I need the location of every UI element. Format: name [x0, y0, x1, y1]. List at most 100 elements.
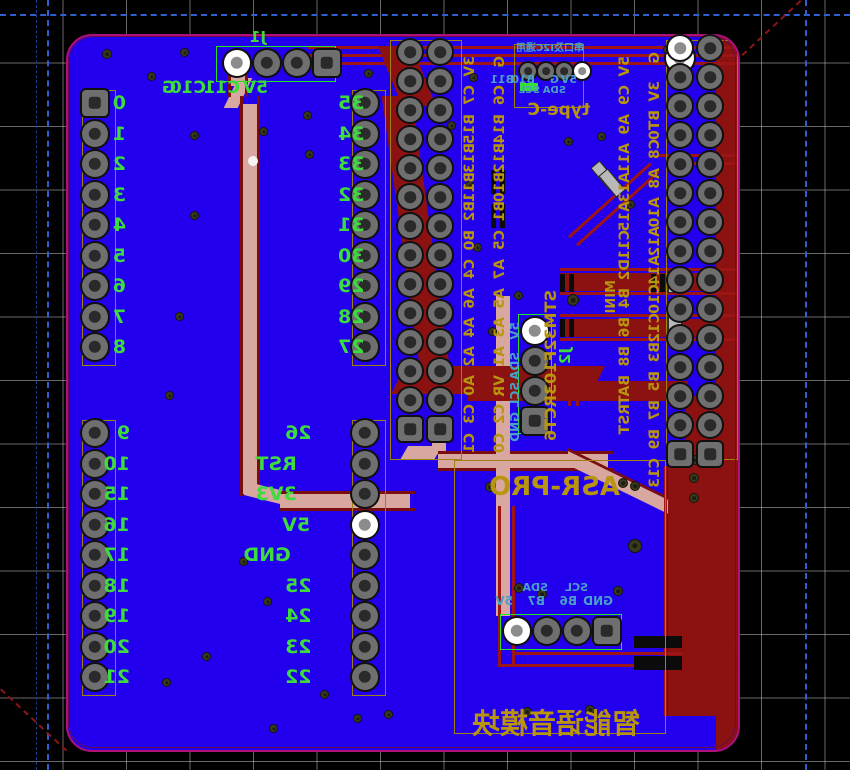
pad-mcu-left-inner-11[interactable]: [428, 359, 452, 383]
pad-mcu-left-outer-12[interactable]: [398, 388, 422, 412]
pad-mcu-right-outer-4[interactable]: [698, 152, 722, 176]
pad-mcu-right-inner-1[interactable]: [668, 65, 692, 89]
via-12[interactable]: [264, 598, 271, 605]
pad-mcu-left-outer-3[interactable]: [398, 127, 422, 151]
pad-mcu-left-outer-4[interactable]: [398, 156, 422, 180]
via-40[interactable]: [614, 587, 622, 595]
pad-mcu-right-outer-7[interactable]: [698, 239, 722, 263]
pad-mcu-right-inner-9[interactable]: [668, 297, 692, 321]
pad-mcu-right-outer-12[interactable]: [698, 384, 722, 408]
pad-mcu-left-inner-5[interactable]: [428, 185, 452, 209]
pad-j1-2[interactable]: [254, 50, 280, 76]
pad-mcu-right-outer-14[interactable]: [698, 442, 722, 466]
pad-mcu-right-outer-8[interactable]: [698, 268, 722, 292]
via-16[interactable]: [321, 691, 328, 698]
pad-mcu-left-inner-7[interactable]: [428, 243, 452, 267]
pad-mcu-left-outer-0[interactable]: [398, 40, 422, 64]
pad-mcu-left-outer-5[interactable]: [398, 185, 422, 209]
pad-mcu-right-outer-11[interactable]: [698, 355, 722, 379]
pad-left-top-7[interactable]: [82, 303, 108, 330]
pad-mcu-left-inner-0[interactable]: [428, 40, 452, 64]
pad-mid-bottom-24[interactable]: [352, 603, 378, 629]
via-18[interactable]: [354, 715, 361, 722]
pad-mcu-left-outer-2[interactable]: [398, 98, 422, 122]
pad-mcu-left-inner-10[interactable]: [428, 330, 452, 354]
pad-mcu-left-outer-10[interactable]: [398, 330, 422, 354]
pad-mid-bottom-25[interactable]: [352, 572, 378, 599]
pad-mcu-left-inner-12[interactable]: [428, 388, 452, 412]
via-5[interactable]: [191, 212, 198, 219]
pad-mcu-left-outer-1[interactable]: [398, 69, 422, 93]
pad-mid-bottom-23[interactable]: [352, 633, 378, 660]
pad-mcu-left-outer-7[interactable]: [398, 243, 422, 267]
via-43[interactable]: [619, 479, 627, 487]
pad-mcu-right-outer-13[interactable]: [698, 413, 722, 437]
pcb-canvas[interactable]: 5V C11 C10 G J1 0 1 2 3 4 5 6 7 8 9 10 15 16 17 18 19 20 21 35 3…: [0, 0, 850, 770]
pad-j1-3[interactable]: [284, 50, 310, 76]
pad-asr-1[interactable]: [504, 618, 530, 644]
pad-left-top-0[interactable]: [82, 90, 108, 116]
pad-left-bottom-9[interactable]: [82, 420, 108, 446]
pad-mid-bottom-5V[interactable]: [352, 511, 378, 538]
via-7[interactable]: [166, 392, 173, 399]
pad-mcu-right-outer-1[interactable]: [698, 65, 722, 89]
via-14[interactable]: [163, 679, 170, 686]
pad-left-top-6[interactable]: [82, 273, 108, 299]
pad-j1-4[interactable]: [314, 50, 340, 76]
pad-mcu-left-inner-1[interactable]: [428, 69, 452, 93]
pad-mid-bottom-22[interactable]: [352, 664, 378, 690]
via-9[interactable]: [304, 112, 311, 119]
pad-mid-bottom-26[interactable]: [352, 420, 378, 446]
pad-j1-1[interactable]: [224, 50, 250, 76]
pad-mcu-right-inner-10[interactable]: [668, 326, 692, 350]
pad-mid-bottom-GND[interactable]: [352, 542, 378, 568]
via-36[interactable]: [629, 540, 641, 552]
via-34[interactable]: [690, 494, 698, 502]
via-3[interactable]: [148, 73, 155, 80]
pad-asr-4[interactable]: [594, 618, 620, 644]
via-highlight[interactable]: [248, 156, 258, 166]
pad-asr-2[interactable]: [534, 618, 560, 644]
pad-mcu-left-inner-6[interactable]: [428, 214, 452, 238]
via-2[interactable]: [181, 49, 188, 56]
pad-mcu-right-outer-3[interactable]: [698, 123, 722, 147]
pad-mid-bottom-RST[interactable]: [352, 450, 378, 477]
via-26[interactable]: [565, 138, 572, 145]
pad-mcu-right-inner-7[interactable]: [668, 239, 692, 263]
via-29[interactable]: [568, 295, 578, 305]
pad-mcu-right-inner-2[interactable]: [668, 94, 692, 118]
pad-mcu-right-inner-11[interactable]: [668, 355, 692, 379]
pad-left-top-8[interactable]: [82, 334, 108, 360]
pad-mcu-right-outer-0[interactable]: [698, 36, 722, 60]
pad-left-top-2[interactable]: [82, 151, 108, 177]
pad-mcu-right-inner-4[interactable]: [668, 152, 692, 176]
pad-mcu-left-inner-9[interactable]: [428, 301, 452, 325]
via-13[interactable]: [203, 653, 210, 660]
pad-left-top-5[interactable]: [82, 242, 108, 269]
via-4[interactable]: [191, 132, 198, 139]
via-10[interactable]: [306, 151, 313, 158]
pad-mcu-left-outer-11[interactable]: [398, 359, 422, 383]
pad-mcu-right-outer-5[interactable]: [698, 181, 722, 205]
pad-mcu-left-outer-9[interactable]: [398, 301, 422, 325]
pad-mcu-left-inner-3[interactable]: [428, 127, 452, 151]
pad-mcu-right-inner-12[interactable]: [668, 384, 692, 408]
pad-mcu-left-outer-8[interactable]: [398, 272, 422, 296]
via-37[interactable]: [631, 482, 639, 490]
pad-left-top-1[interactable]: [82, 120, 108, 147]
via-8[interactable]: [260, 128, 267, 135]
via-1[interactable]: [103, 50, 111, 58]
via-17[interactable]: [385, 711, 392, 718]
via-6[interactable]: [176, 313, 183, 320]
pad-mcu-right-outer-10[interactable]: [698, 326, 722, 350]
pad-mcu-right-inner-3[interactable]: [668, 123, 692, 147]
pad-mcu-right-inner-13[interactable]: [668, 413, 692, 437]
pad-asr-3[interactable]: [564, 618, 590, 644]
pad-mcu-left-inner-2[interactable]: [428, 98, 452, 122]
pad-mcu-right-outer-9[interactable]: [698, 297, 722, 321]
pad-mcu-left-inner-13[interactable]: [428, 417, 452, 441]
pad-mcu-right-outer-2[interactable]: [698, 94, 722, 118]
pad-mcu-left-inner-4[interactable]: [428, 156, 452, 180]
via-24[interactable]: [515, 292, 522, 299]
via-33[interactable]: [690, 474, 698, 482]
